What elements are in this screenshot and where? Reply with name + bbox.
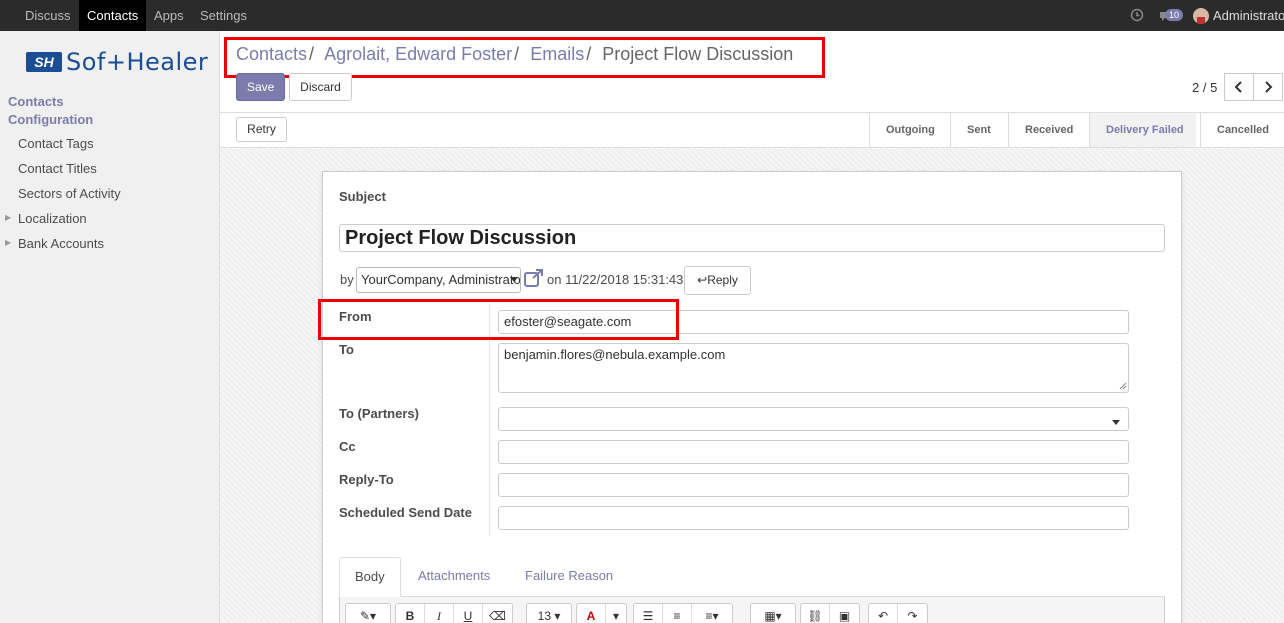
author-select[interactable]: YourCompany, Administrator	[356, 267, 521, 293]
reply-label: Reply	[707, 273, 738, 287]
magic-wand-icon[interactable]: ✎▾	[346, 604, 390, 623]
history-group: ↶ ↷	[868, 603, 928, 623]
to-textarea[interactable]: benjamin.flores@nebula.example.com	[498, 343, 1129, 393]
style-group: ✎▾	[345, 603, 391, 623]
font-size-group: 13 ▾	[526, 603, 572, 623]
resize-handle-icon[interactable]	[1119, 382, 1127, 390]
caret-right-icon[interactable]: ▶	[5, 238, 11, 247]
external-link-icon[interactable]	[524, 269, 544, 290]
sidebar-item-contact-titles[interactable]: Contact Titles	[18, 161, 97, 176]
caret-right-icon[interactable]: ▶	[5, 213, 11, 222]
to-label: To	[339, 342, 354, 357]
chat-count-badge: 10	[1165, 9, 1184, 21]
chevron-left-icon	[1234, 81, 1242, 93]
scheduled-date-label: Scheduled Send Date	[339, 505, 472, 520]
italic-icon[interactable]: I	[425, 604, 454, 623]
chevron-right-icon	[1265, 81, 1273, 93]
company-logo: SH Sof+Healer	[26, 48, 209, 76]
menu-apps[interactable]: Apps	[146, 0, 192, 31]
to-partners-label: To (Partners)	[339, 406, 419, 421]
scheduled-date-input[interactable]	[498, 506, 1129, 530]
format-group: B I U ⌫	[395, 603, 513, 623]
sidebar-item-localization[interactable]: Localization	[18, 211, 87, 226]
insert-group: ⛓ ▣	[800, 603, 860, 623]
font-color-icon[interactable]: A	[577, 604, 606, 623]
link-icon[interactable]: ⛓	[801, 604, 830, 623]
cc-label: Cc	[339, 439, 356, 454]
logo-text: Sof+Healer	[66, 48, 209, 76]
sidebar-section-contacts[interactable]: Contacts	[8, 94, 64, 109]
sidebar-item-bank-accounts[interactable]: Bank Accounts	[18, 236, 104, 251]
stage-delivery-failed[interactable]: Delivery Failed	[1089, 113, 1196, 147]
date-text: on 11/22/2018 15:31:43	[547, 272, 684, 287]
align-icon[interactable]: ≡▾	[692, 604, 732, 623]
pager-value[interactable]: 2 / 5	[1192, 80, 1217, 95]
chevron-down-icon[interactable]: ▾	[606, 604, 626, 623]
reply-to-input[interactable]	[498, 473, 1129, 497]
stage-cancelled[interactable]: Cancelled	[1200, 113, 1281, 147]
cc-input[interactable]	[498, 440, 1129, 464]
top-navbar: Discuss Contacts Apps Settings 10 Admini…	[0, 0, 1284, 31]
to-partners-select[interactable]	[498, 407, 1129, 431]
menu-discuss[interactable]: Discuss	[17, 0, 79, 31]
tab-failure-reason[interactable]: Failure Reason	[510, 557, 628, 597]
menu-settings[interactable]: Settings	[192, 0, 255, 31]
sidebar-item-contact-tags[interactable]: Contact Tags	[18, 136, 94, 151]
user-avatar[interactable]	[1193, 8, 1209, 24]
underline-icon[interactable]: U	[454, 604, 483, 623]
bold-icon[interactable]: B	[396, 604, 425, 623]
reply-to-label: Reply-To	[339, 472, 394, 487]
stage-outgoing[interactable]: Outgoing	[869, 113, 947, 147]
sidebar-item-sectors[interactable]: Sectors of Activity	[18, 186, 121, 201]
activity-clock-icon[interactable]	[1130, 0, 1144, 31]
font-size-value: 13	[537, 609, 551, 623]
chevron-down-icon	[1112, 420, 1120, 425]
reply-button[interactable]: ↩Reply	[684, 266, 751, 295]
highlight-box-from	[318, 299, 679, 340]
subject-label: Subject	[339, 189, 386, 204]
reply-icon: ↩	[697, 273, 708, 287]
redo-icon[interactable]: ↷	[898, 604, 927, 623]
logo-mark: SH	[26, 52, 62, 72]
font-size-select[interactable]: 13 ▾	[527, 604, 571, 623]
highlight-box-breadcrumb	[224, 37, 825, 78]
image-icon[interactable]: ▣	[830, 604, 859, 623]
bullet-list-icon[interactable]: ☰	[634, 604, 663, 623]
stage-sent[interactable]: Sent	[950, 113, 1003, 147]
pager-previous-button[interactable]	[1224, 73, 1254, 101]
eraser-icon[interactable]: ⌫	[483, 604, 512, 623]
color-group: A ▾	[576, 603, 627, 623]
tab-body[interactable]: Body	[339, 557, 401, 597]
tab-attachments[interactable]: Attachments	[403, 557, 505, 597]
chevron-down-icon	[510, 277, 518, 282]
retry-button[interactable]: Retry	[236, 117, 287, 142]
discard-button[interactable]: Discard	[289, 73, 352, 101]
undo-icon[interactable]: ↶	[869, 604, 898, 623]
pager-next-button[interactable]	[1253, 73, 1283, 101]
subject-input[interactable]: Project Flow Discussion	[339, 224, 1165, 252]
sidebar-section-configuration[interactable]: Configuration	[8, 112, 93, 127]
menu-contacts[interactable]: Contacts	[79, 0, 147, 31]
user-name[interactable]: Administrator	[1213, 0, 1284, 31]
table-group: ▦▾	[750, 603, 796, 623]
save-button[interactable]: Save	[236, 73, 285, 101]
by-label: by	[340, 272, 354, 287]
list-group: ☰ ≡ ≡▾	[633, 603, 733, 623]
table-icon[interactable]: ▦▾	[751, 604, 795, 623]
numbered-list-icon[interactable]: ≡	[663, 604, 692, 623]
stage-received[interactable]: Received	[1008, 113, 1085, 147]
